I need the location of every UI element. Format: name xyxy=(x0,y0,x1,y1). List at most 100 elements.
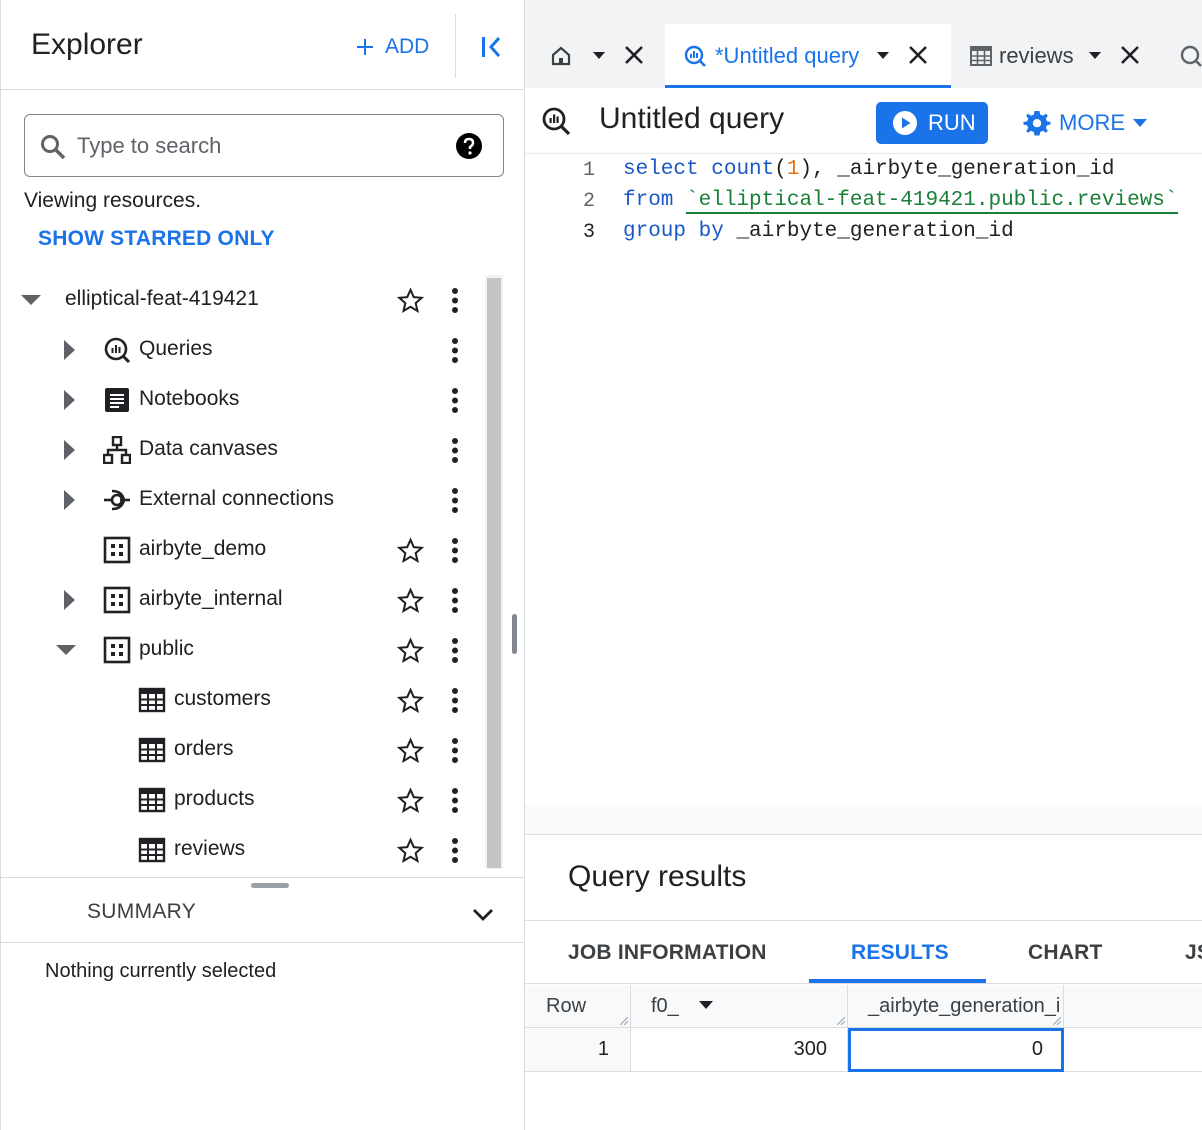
tree-item-data-canvases[interactable]: Data canvases xyxy=(1,425,485,475)
more-vert-icon[interactable] xyxy=(443,487,467,514)
table-icon xyxy=(138,737,166,763)
tab-job-information[interactable]: JOB INFORMATION xyxy=(568,941,767,965)
caret-right-icon[interactable] xyxy=(59,489,81,511)
run-button[interactable]: RUN xyxy=(876,102,988,144)
tree-item-reviews[interactable]: reviews xyxy=(1,825,485,875)
more-vert-icon[interactable] xyxy=(443,587,467,614)
tree-item-label: airbyte_demo xyxy=(139,537,267,560)
explorer-panel: Explorer ADD Viewing resource xyxy=(0,0,525,1130)
tab-overflow[interactable] xyxy=(1171,24,1202,88)
tree-item-label: Data canvases xyxy=(139,437,278,460)
chevron-down-icon[interactable] xyxy=(469,900,497,928)
tree-item-queries[interactable]: Queries xyxy=(1,325,485,375)
tree-item-products[interactable]: products xyxy=(1,775,485,825)
star-icon[interactable] xyxy=(397,287,424,314)
more-vert-icon[interactable] xyxy=(443,737,467,764)
caret-down-icon[interactable] xyxy=(20,289,42,311)
resize-grip-icon[interactable] xyxy=(1053,1017,1061,1025)
help-icon[interactable] xyxy=(455,132,483,160)
sql-keyword: group xyxy=(623,220,687,243)
resize-grip-icon[interactable] xyxy=(837,1017,845,1025)
star-icon[interactable] xyxy=(397,637,424,664)
tree-item-label: reviews xyxy=(174,837,246,860)
table-icon xyxy=(138,687,166,713)
tree-item-notebooks[interactable]: Notebooks xyxy=(1,375,485,425)
tree-item-customers[interactable]: customers xyxy=(1,675,485,725)
close-icon[interactable] xyxy=(1119,44,1141,66)
gear-icon xyxy=(1023,111,1051,136)
column-header-airbyte-generation-id[interactable]: _airbyte_generation_i xyxy=(848,985,1064,1028)
close-icon[interactable] xyxy=(907,44,929,66)
data-canvas-icon xyxy=(103,436,131,464)
more-vert-icon[interactable] xyxy=(443,637,467,664)
star-icon[interactable] xyxy=(397,837,424,864)
resource-tree: elliptical-feat-419421 Queries Notebooks… xyxy=(1,275,485,875)
search-box xyxy=(24,114,504,177)
caret-right-icon[interactable] xyxy=(59,589,81,611)
summary-label: SUMMARY xyxy=(87,900,197,923)
explorer-header: Explorer ADD xyxy=(1,0,525,90)
sql-punct: ( xyxy=(774,158,787,181)
tab-home[interactable] xyxy=(539,24,657,88)
caret-right-icon[interactable] xyxy=(59,389,81,411)
tab-label: reviews xyxy=(999,43,1074,68)
star-icon[interactable] xyxy=(397,587,424,614)
tab-json[interactable]: JS xyxy=(1185,941,1202,965)
tree-item-orders[interactable]: orders xyxy=(1,725,485,775)
code-line-1: select count(1), _airbyte_generation_id xyxy=(623,158,1115,181)
tree-project-row[interactable]: elliptical-feat-419421 xyxy=(1,275,485,325)
more-vert-icon[interactable] xyxy=(443,837,467,864)
code-area[interactable]: select count(1), _airbyte_generation_id … xyxy=(623,155,1202,805)
more-vert-icon[interactable] xyxy=(443,387,467,414)
sql-number: 1 xyxy=(786,158,800,181)
tree-item-external-connections[interactable]: External connections xyxy=(1,475,485,525)
dropdown-arrow-icon[interactable] xyxy=(1089,52,1101,60)
star-icon[interactable] xyxy=(397,687,424,714)
tab-bar: *Untitled query reviews xyxy=(525,0,1202,88)
table-cell[interactable]: 300 xyxy=(631,1028,848,1072)
caret-down-icon[interactable] xyxy=(55,639,77,661)
tab-untitled-query[interactable]: *Untitled query xyxy=(665,24,951,88)
more-vert-icon[interactable] xyxy=(443,687,467,714)
sql-editor[interactable]: 1 2 3 select count(1), _airbyte_generati… xyxy=(525,155,1202,805)
more-vert-icon[interactable] xyxy=(443,437,467,464)
more-vert-icon[interactable] xyxy=(443,537,467,564)
tree-project-label: elliptical-feat-419421 xyxy=(65,287,259,310)
column-header-row: Row xyxy=(525,985,631,1028)
dropdown-arrow-icon[interactable] xyxy=(877,52,889,60)
tree-scrollbar-thumb[interactable] xyxy=(487,278,501,868)
summary-header[interactable]: SUMMARY xyxy=(1,888,525,943)
collapse-panel-icon[interactable] xyxy=(477,32,507,62)
sort-desc-icon[interactable] xyxy=(699,1001,713,1010)
tab-chart[interactable]: CHART xyxy=(1028,941,1103,965)
caret-right-icon[interactable] xyxy=(59,339,81,361)
more-vert-icon[interactable] xyxy=(443,287,467,314)
tab-reviews[interactable]: reviews xyxy=(961,24,1156,88)
resize-grip-icon[interactable] xyxy=(620,1017,628,1025)
table-cell-empty xyxy=(1064,1028,1202,1072)
close-icon[interactable] xyxy=(623,44,645,66)
column-header-label: Row xyxy=(546,995,587,1017)
more-vert-icon[interactable] xyxy=(443,337,467,364)
editor-footer xyxy=(525,805,1202,835)
viewing-resources-text: Viewing resources. xyxy=(24,189,202,212)
line-number: 1 xyxy=(583,159,596,182)
table-cell-selected[interactable]: 0 xyxy=(848,1028,1064,1072)
tree-item-airbyte-internal[interactable]: airbyte_internal xyxy=(1,575,485,625)
caret-right-icon[interactable] xyxy=(59,439,81,461)
tree-item-airbyte-demo[interactable]: airbyte_demo xyxy=(1,525,485,575)
column-header-f0[interactable]: f0_ xyxy=(631,985,848,1028)
query-title: Untitled query xyxy=(599,102,785,135)
star-icon[interactable] xyxy=(397,787,424,814)
tree-item-public[interactable]: public xyxy=(1,625,485,675)
dropdown-arrow-icon[interactable] xyxy=(593,52,605,60)
show-starred-only-link[interactable]: SHOW STARRED ONLY xyxy=(38,227,275,251)
sql-table-ref[interactable]: `elliptical-feat-419421.public.reviews` xyxy=(686,189,1178,214)
search-input[interactable] xyxy=(77,127,447,165)
star-icon[interactable] xyxy=(397,537,424,564)
more-vert-icon[interactable] xyxy=(443,787,467,814)
tab-results[interactable]: RESULTS xyxy=(851,941,949,965)
panel-resize-handle[interactable] xyxy=(512,614,517,654)
star-icon[interactable] xyxy=(397,737,424,764)
add-button[interactable]: ADD xyxy=(353,32,429,62)
